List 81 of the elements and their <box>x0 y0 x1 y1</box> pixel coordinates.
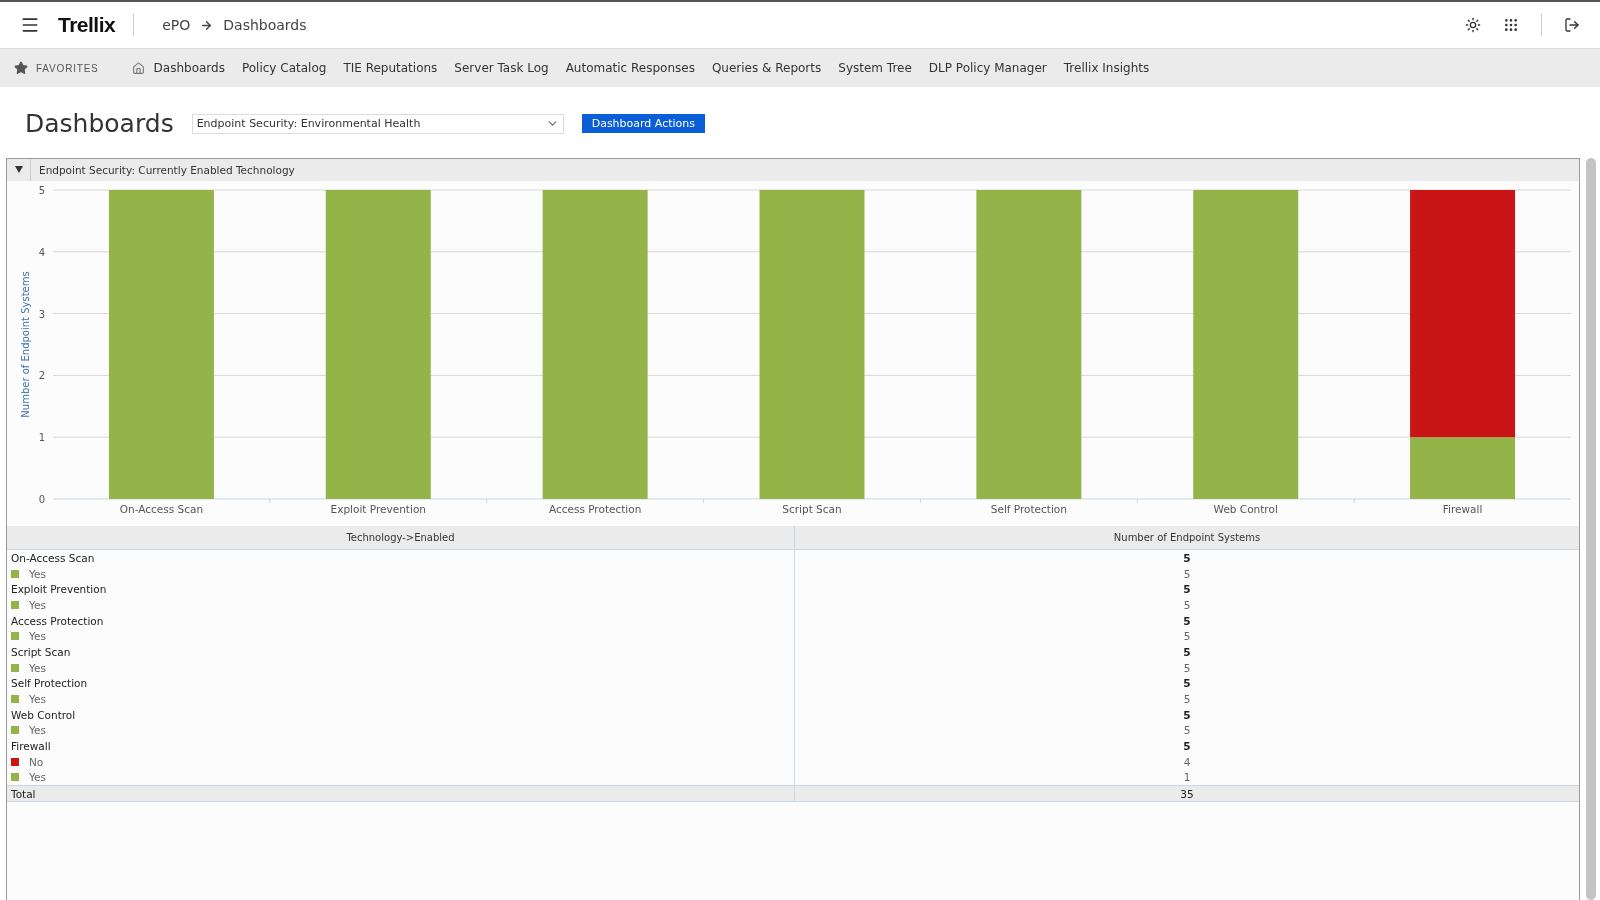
table-cell-text: On-Access Scan <box>10 550 96 566</box>
x-tick-label: Firewall <box>1442 503 1483 515</box>
table-cell: Yes <box>29 661 46 674</box>
nav-link[interactable]: Queries & Reports <box>711 61 822 75</box>
nav-link[interactable]: Server Task Log <box>454 61 549 75</box>
nav-link[interactable]: TIE Reputations <box>343 61 438 75</box>
bar-segment[interactable] <box>1410 190 1516 438</box>
table-cell: 5 <box>794 612 1579 629</box>
nav-link[interactable]: System Tree <box>838 61 912 75</box>
bar-segment[interactable] <box>1410 437 1516 499</box>
table-cell: 5 <box>794 565 1579 582</box>
star-icon <box>14 61 28 75</box>
bar-segment[interactable] <box>1193 190 1299 499</box>
column-header: Technology->Enabled <box>345 531 456 545</box>
dashboard-select[interactable]: Endpoint Security: Environmental Health <box>191 113 564 134</box>
table-cell-text: Total <box>10 787 37 802</box>
table-cell: 35 <box>794 786 1579 802</box>
table-cell-text: Access Protection <box>10 613 105 629</box>
table-cell: 5 <box>794 706 1579 723</box>
table-cell: 5 <box>794 738 1579 754</box>
table-cell: 5 <box>794 550 1579 566</box>
table-cell: 5 <box>794 628 1579 645</box>
logout-icon[interactable] <box>1564 17 1580 33</box>
y-tick-label: 4 <box>38 246 45 258</box>
table-cell: 5 <box>794 675 1579 692</box>
table-cell: 5 <box>794 691 1579 707</box>
bar-segment[interactable] <box>542 190 648 499</box>
table-cell-text: Script Scan <box>10 644 72 660</box>
dashboard-actions-button[interactable]: Dashboard Actions <box>581 114 706 133</box>
logo: Trellix <box>58 13 116 37</box>
x-tick-label: Web Control <box>1213 503 1278 515</box>
column-header: Number of Endpoint Systems <box>794 526 1579 549</box>
table-cell-text: Firewall <box>10 739 52 754</box>
sun-icon[interactable] <box>1465 17 1481 33</box>
x-tick-label: Self Protection <box>990 503 1067 515</box>
x-tick-label: Exploit Prevention <box>330 503 426 515</box>
table-cell: 5 <box>794 644 1579 660</box>
table-cell: Yes <box>29 598 46 611</box>
nav-link[interactable]: Automatic Responses <box>565 61 695 75</box>
table-cell: Yes <box>29 693 46 706</box>
table-cell: 5 <box>794 581 1579 598</box>
bar-segment[interactable] <box>976 190 1082 499</box>
table-cell: 4 <box>794 753 1579 770</box>
home-icon <box>131 61 145 75</box>
y-tick-label: 3 <box>38 308 45 320</box>
apps-grid-icon[interactable] <box>1503 17 1519 33</box>
table-cell: 5 <box>794 597 1579 613</box>
page-title: Dashboards <box>25 109 174 138</box>
nav-link[interactable]: Dashboards <box>131 61 225 75</box>
x-tick-label: Access Protection <box>548 503 642 515</box>
table-cell-text: Self Protection <box>10 676 89 692</box>
breadcrumb-item: Dashboards <box>223 17 307 33</box>
scrollbar[interactable] <box>1586 158 1596 900</box>
y-tick-label: 1 <box>38 432 45 444</box>
table-cell: 5 <box>794 722 1579 739</box>
table-cell: Yes <box>29 630 46 643</box>
panel-title: Endpoint Security: Currently Enabled Technology <box>39 164 295 176</box>
table-cell: Yes <box>29 724 46 737</box>
nav-link[interactable]: Policy Catalog <box>241 61 327 75</box>
bar-segment[interactable] <box>108 190 214 499</box>
y-tick-label: 0 <box>38 494 45 505</box>
triangle-icon <box>14 166 23 173</box>
table-cell: Yes <box>29 771 46 784</box>
nav-link[interactable]: DLP Policy Manager <box>928 61 1047 75</box>
table-cell: 5 <box>794 659 1579 676</box>
table-cell: No <box>29 755 44 768</box>
bar-segment[interactable] <box>325 190 431 499</box>
favorites-button[interactable]: FAVORITES <box>14 61 99 75</box>
menu-icon[interactable] <box>20 15 40 35</box>
arrow-icon <box>200 18 214 32</box>
breadcrumb-item[interactable]: ePO <box>162 17 191 33</box>
x-tick-label: Script Scan <box>782 503 842 515</box>
table-cell: Yes <box>29 567 46 580</box>
table-cell-text: Exploit Prevention <box>10 582 108 598</box>
table-cell-text: Web Control <box>10 707 77 723</box>
y-axis-title: Number of Endpoint Systems <box>20 271 31 418</box>
x-tick-label: On-Access Scan <box>119 503 204 515</box>
nav-link[interactable]: Trellix Insights <box>1063 61 1150 75</box>
y-tick-label: 2 <box>38 370 45 382</box>
y-tick-label: 5 <box>38 185 45 196</box>
bar-segment[interactable] <box>759 190 865 499</box>
